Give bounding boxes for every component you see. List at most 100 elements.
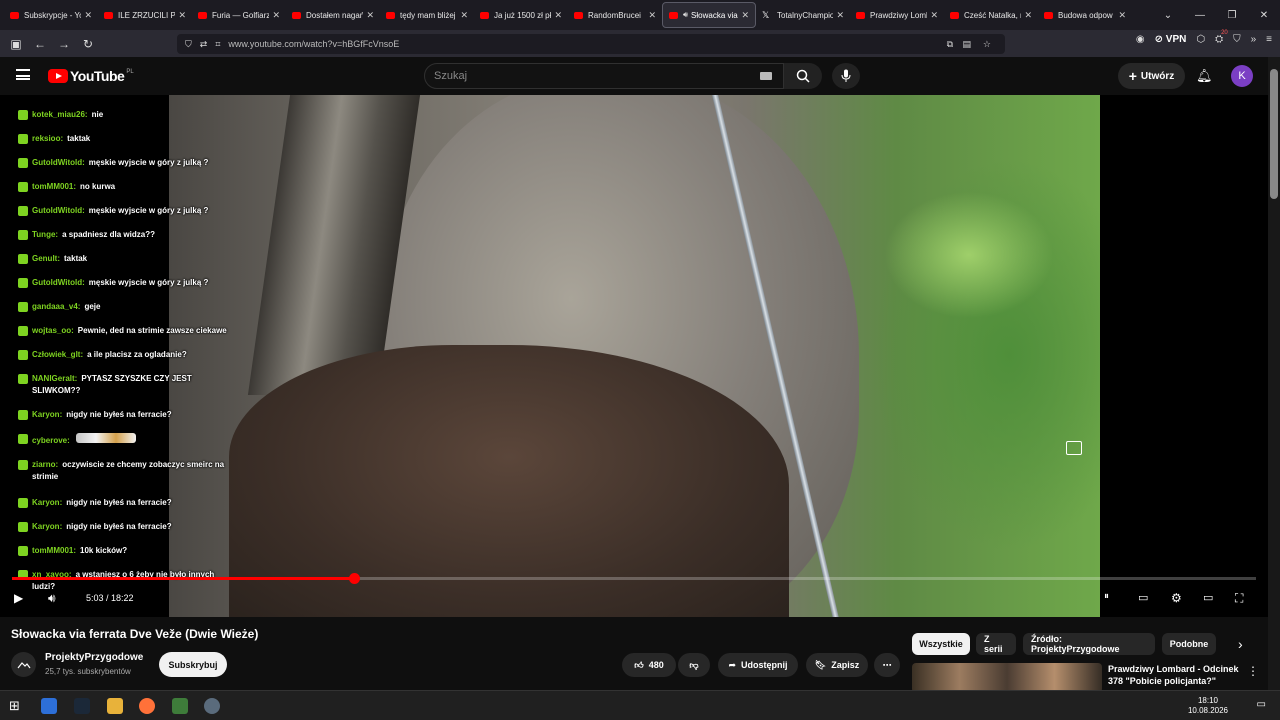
- tracking-icon[interactable]: ⌗: [215, 39, 220, 50]
- chat-username[interactable]: gandaaa_v4:: [32, 302, 80, 311]
- video-player[interactable]: kotek_miau26: nie reksioo: taktak GutoldWito…: [0, 95, 1268, 617]
- browser-tab[interactable]: 𝕏 TotalnyChampion ✕: [756, 2, 850, 28]
- taskbar-app-icon-2[interactable]: [204, 698, 220, 714]
- search-input[interactable]: Szukaj: [424, 63, 784, 89]
- chips-next-icon[interactable]: ›: [1238, 636, 1243, 652]
- voice-search-button[interactable]: [832, 63, 860, 89]
- tab-close-icon[interactable]: ✕: [930, 10, 938, 21]
- like-button[interactable]: 👍︎ 480: [622, 653, 676, 677]
- permissions-icon[interactable]: ⇄: [200, 39, 208, 50]
- page-scrollbar[interactable]: [1268, 57, 1280, 690]
- theater-mode-icon[interactable]: ▭: [1203, 591, 1213, 604]
- scrollbar-thumb[interactable]: [1270, 69, 1278, 199]
- autoplay-toggle-icon[interactable]: ⏸: [1104, 591, 1109, 602]
- shield-ext-icon[interactable]: ⛉: [1233, 34, 1241, 45]
- chat-username[interactable]: tomMM001:: [32, 546, 76, 555]
- tab-close-icon[interactable]: ✕: [648, 10, 656, 21]
- close-window-icon[interactable]: ✕: [1248, 10, 1280, 21]
- keyboard-icon[interactable]: [760, 72, 772, 80]
- steam-icon[interactable]: [74, 698, 90, 714]
- chat-username[interactable]: GutoldWitold:: [32, 158, 85, 167]
- subtitles-icon[interactable]: ▭: [1138, 591, 1148, 604]
- pip-url-icon[interactable]: ⧉: [947, 39, 953, 50]
- filter-chip[interactable]: Podobne: [1162, 633, 1216, 655]
- calculator-icon[interactable]: [172, 698, 188, 714]
- volume-icon[interactable]: 🔊︎: [48, 591, 56, 606]
- youtube-logo[interactable]: YouTube PL: [48, 68, 134, 84]
- back-icon[interactable]: ←: [28, 37, 52, 51]
- chat-username[interactable]: ziarno:: [32, 460, 58, 469]
- tab-close-icon[interactable]: ✕: [366, 10, 374, 21]
- chat-username[interactable]: GutoldWitold:: [32, 206, 85, 215]
- tab-audio-icon[interactable]: 🔊︎: [683, 10, 688, 20]
- tab-close-icon[interactable]: ✕: [741, 10, 749, 21]
- account-icon[interactable]: ◉: [1136, 34, 1145, 45]
- notifications-bell-icon[interactable]: 🔔︎: [1196, 68, 1213, 84]
- browser-tab[interactable]: Subskrypcje - YouTube✕: [4, 2, 98, 28]
- chat-username[interactable]: kotek_miau26:: [32, 110, 88, 119]
- addon-icon[interactable]: ⛭ 20: [1215, 30, 1228, 45]
- browser-tab[interactable]: ILE ZRZUCILI PO✕: [98, 2, 192, 28]
- overflow-chevron-icon[interactable]: »: [1251, 34, 1257, 45]
- url-text[interactable]: www.youtube.com/watch?v=hBGfFcVnsoE: [228, 39, 399, 49]
- forward-icon[interactable]: →: [52, 37, 76, 51]
- chat-username[interactable]: Genult:: [32, 254, 60, 263]
- chat-username[interactable]: Karyon:: [32, 410, 62, 419]
- filter-chip[interactable]: Źródło: ProjektyPrzygodowe: [1023, 633, 1155, 655]
- settings-gear-icon[interactable]: ⚙: [1171, 591, 1182, 605]
- chat-username[interactable]: Karyon:: [32, 522, 62, 531]
- filter-chip[interactable]: Z serii: [976, 633, 1016, 655]
- more-actions-icon[interactable]: ⋯: [874, 653, 900, 677]
- hamburger-menu-icon[interactable]: [16, 69, 30, 80]
- tab-close-icon[interactable]: ✕: [1024, 10, 1032, 21]
- chat-username[interactable]: Człowiek_glt:: [32, 350, 83, 359]
- browser-tab[interactable]: Budowa odpow ✕: [1038, 2, 1132, 28]
- maximize-icon[interactable]: ❐: [1216, 10, 1248, 21]
- sidebar-toggle-icon[interactable]: ▣: [4, 37, 28, 51]
- tab-close-icon[interactable]: ✕: [460, 10, 468, 21]
- tab-close-icon[interactable]: ✕: [554, 10, 562, 21]
- recommendation-menu-icon[interactable]: ⋮: [1247, 664, 1259, 678]
- tab-list-icon[interactable]: ⌄: [1152, 10, 1184, 21]
- file-explorer-icon[interactable]: [107, 698, 123, 714]
- channel-name[interactable]: ProjektyPrzygodowe: [45, 652, 143, 663]
- chat-username[interactable]: Karyon:: [32, 498, 62, 507]
- address-bar[interactable]: ⛉ ⇄ ⌗ www.youtube.com/watch?v=hBGfFcVnso…: [177, 34, 1005, 54]
- menu-icon[interactable]: ≡: [1266, 34, 1272, 45]
- progress-bar[interactable]: [12, 573, 1256, 584]
- avatar[interactable]: K: [1231, 65, 1253, 87]
- subscribe-button[interactable]: Subskrybuj: [159, 652, 227, 677]
- tab-close-icon[interactable]: ✕: [178, 10, 186, 21]
- tab-close-icon[interactable]: ✕: [1118, 10, 1126, 21]
- tab-close-icon[interactable]: ✕: [84, 10, 92, 21]
- vpn-button[interactable]: ⊘ VPN: [1155, 34, 1187, 45]
- system-clock[interactable]: 18:10 10.08.2026: [1188, 696, 1228, 716]
- bookmark-star-icon[interactable]: ☆: [983, 39, 991, 50]
- miniplayer-overlay-icon[interactable]: [1066, 441, 1082, 455]
- minimize-icon[interactable]: —: [1184, 10, 1216, 21]
- fullscreen-icon[interactable]: ⛶: [1235, 591, 1243, 606]
- browser-tab[interactable]: tędy mam bliżej ✕: [380, 2, 474, 28]
- chat-username[interactable]: Tunge:: [32, 230, 58, 239]
- extensions-icon[interactable]: ⬡: [1196, 34, 1205, 45]
- save-button[interactable]: 🔖︎ Zapisz: [806, 653, 868, 677]
- chat-username[interactable]: reksioo:: [32, 134, 63, 143]
- tab-close-icon[interactable]: ✕: [272, 10, 280, 21]
- search-button[interactable]: [784, 63, 822, 89]
- chat-username[interactable]: wojtas_oo:: [32, 326, 74, 335]
- firefox-icon[interactable]: [139, 698, 155, 714]
- browser-tab[interactable]: Cześć Natalka, r ✕: [944, 2, 1038, 28]
- browser-tab[interactable]: Prawdziwy Lomb ✕: [850, 2, 944, 28]
- browser-tab[interactable]: Ja już 1500 zł pł ✕: [474, 2, 568, 28]
- chat-username[interactable]: NANIGeralt:: [32, 374, 77, 383]
- create-button[interactable]: + Utwórz: [1118, 63, 1185, 89]
- start-windows-icon[interactable]: ⊞: [9, 698, 25, 714]
- browser-tab[interactable]: Furia — Golfiarz ✕: [192, 2, 286, 28]
- taskbar-app-icon-1[interactable]: [41, 698, 57, 714]
- chat-username[interactable]: cyberove:: [32, 436, 70, 445]
- channel-avatar[interactable]: [11, 652, 36, 677]
- filter-chip[interactable]: Wszystkie: [912, 633, 970, 655]
- browser-tab[interactable]: 🔊︎ Słowacka via ✕: [662, 2, 756, 28]
- chat-username[interactable]: tomMM001:: [32, 182, 76, 191]
- recommendation-title[interactable]: Prawdziwy Lombard - Odcinek 378 "Pobicie…: [1108, 663, 1248, 687]
